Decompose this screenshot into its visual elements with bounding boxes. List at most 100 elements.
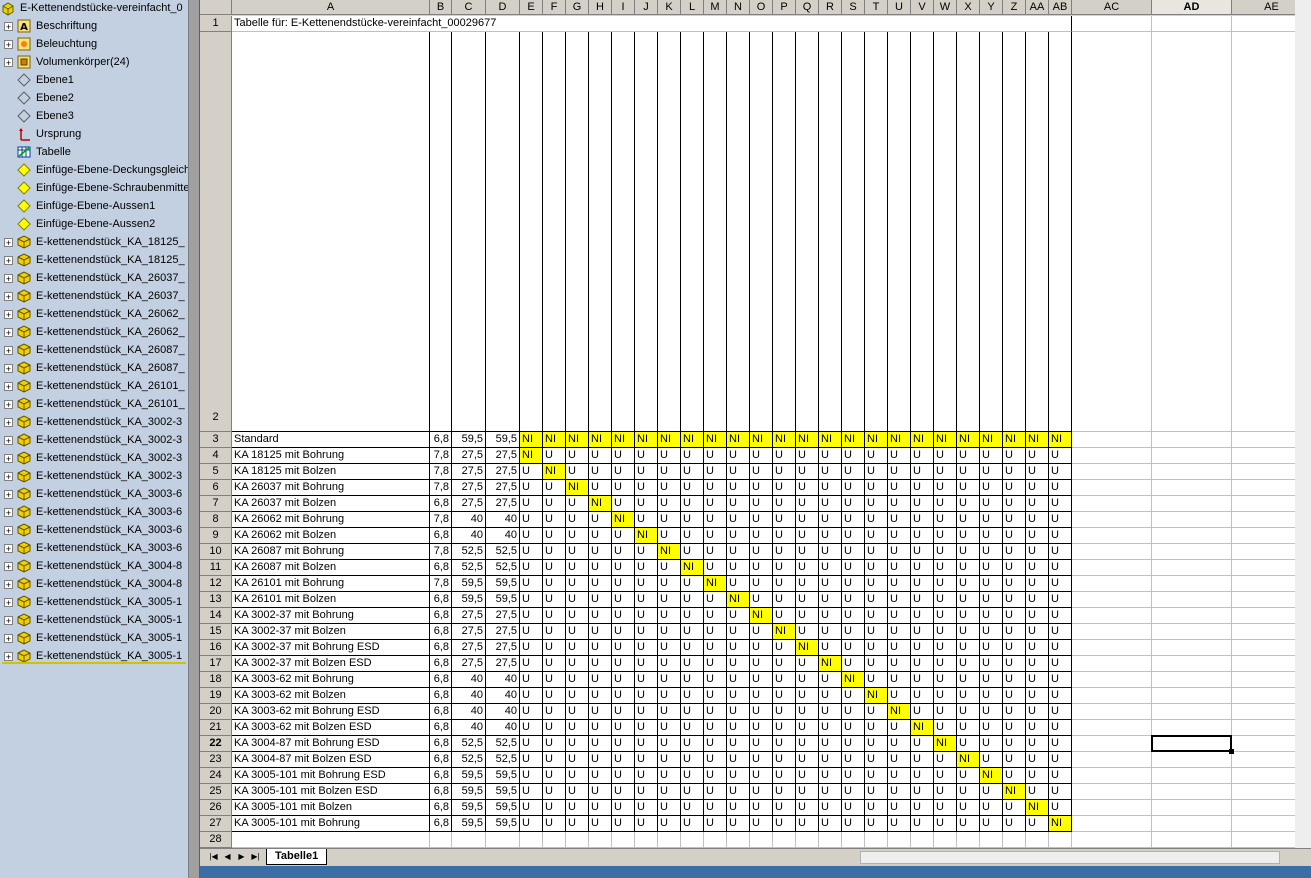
value-cell[interactable]: 27,5 xyxy=(452,624,486,640)
status-cell[interactable]: U xyxy=(658,688,681,704)
status-header-cell[interactable]: $STATUS@E-kettenendstück_KA_3002-37_mit_… xyxy=(819,32,842,432)
status-cell[interactable]: U xyxy=(980,544,1003,560)
status-cell[interactable]: U xyxy=(934,784,957,800)
status-cell[interactable]: U xyxy=(750,592,773,608)
status-cell[interactable]: U xyxy=(543,672,566,688)
value-cell[interactable]: 27,5 xyxy=(486,640,520,656)
status-cell[interactable]: U xyxy=(819,720,842,736)
status-cell[interactable]: U xyxy=(957,464,980,480)
value-cell[interactable]: 59,5 xyxy=(486,800,520,816)
empty-cell[interactable] xyxy=(1152,656,1232,672)
empty-cell[interactable] xyxy=(1072,32,1152,432)
status-cell[interactable]: U xyxy=(957,480,980,496)
status-cell[interactable]: U xyxy=(589,592,612,608)
status-cell[interactable]: U xyxy=(957,672,980,688)
status-cell[interactable]: U xyxy=(980,752,1003,768)
status-cell[interactable]: U xyxy=(911,784,934,800)
empty-cell[interactable] xyxy=(773,832,796,848)
value-cell[interactable]: 6,8 xyxy=(430,624,452,640)
status-cell[interactable]: U xyxy=(658,640,681,656)
empty-cell[interactable] xyxy=(566,832,589,848)
status-cell[interactable]: U xyxy=(589,784,612,800)
status-cell[interactable]: U xyxy=(888,480,911,496)
status-cell[interactable]: U xyxy=(796,544,819,560)
status-cell[interactable]: U xyxy=(842,720,865,736)
row-header[interactable]: 22 xyxy=(200,736,232,752)
status-cell[interactable]: U xyxy=(773,512,796,528)
status-cell[interactable]: U xyxy=(635,720,658,736)
status-cell[interactable]: U xyxy=(566,816,589,832)
status-cell[interactable]: U xyxy=(543,480,566,496)
status-cell[interactable]: U xyxy=(842,704,865,720)
empty-cell[interactable] xyxy=(1152,704,1232,720)
status-cell[interactable]: U xyxy=(934,576,957,592)
config-name-cell[interactable]: KA 26037 mit Bolzen xyxy=(232,496,430,512)
status-cell[interactable]: U xyxy=(589,448,612,464)
config-name-cell[interactable]: KA 26101 mit Bohrung xyxy=(232,576,430,592)
status-cell[interactable]: U xyxy=(658,448,681,464)
value-cell[interactable]: 40 xyxy=(486,720,520,736)
status-header-cell[interactable]: $STATUS@E-kettenendstück_KA_26087_mit_Bo… xyxy=(658,32,681,432)
status-header-cell[interactable]: $STATUS@E-kettenendstück_KA_3005-101_mit… xyxy=(1049,32,1072,432)
empty-cell[interactable] xyxy=(1152,544,1232,560)
status-cell[interactable]: U xyxy=(911,800,934,816)
status-cell[interactable]: NI xyxy=(635,528,658,544)
column-header[interactable]: G xyxy=(566,0,589,15)
status-cell[interactable]: U xyxy=(589,768,612,784)
status-cell[interactable]: U xyxy=(773,800,796,816)
value-cell[interactable]: 27,5 xyxy=(486,448,520,464)
status-cell[interactable]: U xyxy=(934,672,957,688)
status-cell[interactable]: NI xyxy=(589,432,612,448)
status-cell[interactable]: U xyxy=(911,752,934,768)
status-cell[interactable]: NI xyxy=(612,512,635,528)
status-cell[interactable]: U xyxy=(865,576,888,592)
status-cell[interactable]: U xyxy=(658,576,681,592)
status-cell[interactable]: U xyxy=(911,624,934,640)
status-cell[interactable]: U xyxy=(957,576,980,592)
config-name-cell[interactable]: KA 26037 mit Bohrung xyxy=(232,480,430,496)
empty-cell[interactable] xyxy=(1026,832,1049,848)
status-cell[interactable]: U xyxy=(612,608,635,624)
status-cell[interactable]: U xyxy=(681,688,704,704)
status-cell[interactable]: U xyxy=(796,624,819,640)
status-cell[interactable]: U xyxy=(911,512,934,528)
status-cell[interactable]: U xyxy=(957,592,980,608)
status-cell[interactable]: U xyxy=(819,560,842,576)
expand-icon[interactable]: + xyxy=(4,273,13,283)
status-cell[interactable]: U xyxy=(727,768,750,784)
status-cell[interactable]: U xyxy=(911,448,934,464)
tree-item[interactable]: + E-kettenendstück_KA_3004-8 xyxy=(0,575,188,593)
status-cell[interactable]: U xyxy=(727,544,750,560)
status-cell[interactable]: U xyxy=(681,640,704,656)
expand-icon[interactable]: + xyxy=(4,237,13,247)
value-cell[interactable]: 27,5 xyxy=(486,480,520,496)
status-cell[interactable]: U xyxy=(727,688,750,704)
status-cell[interactable]: U xyxy=(543,592,566,608)
status-cell[interactable]: U xyxy=(980,512,1003,528)
status-cell[interactable]: U xyxy=(658,800,681,816)
status-cell[interactable]: U xyxy=(980,736,1003,752)
status-cell[interactable]: U xyxy=(635,656,658,672)
active-cell-selection[interactable] xyxy=(1151,735,1234,754)
status-cell[interactable]: U xyxy=(842,640,865,656)
status-cell[interactable]: U xyxy=(658,464,681,480)
value-cell[interactable]: 6,8 xyxy=(430,800,452,816)
status-cell[interactable]: U xyxy=(727,624,750,640)
status-cell[interactable]: U xyxy=(934,688,957,704)
status-cell[interactable]: U xyxy=(681,768,704,784)
expand-icon[interactable]: + xyxy=(4,525,13,535)
status-cell[interactable]: U xyxy=(750,496,773,512)
status-cell[interactable]: U xyxy=(888,464,911,480)
status-cell[interactable]: U xyxy=(773,496,796,512)
status-cell[interactable]: U xyxy=(934,800,957,816)
status-cell[interactable]: U xyxy=(911,640,934,656)
status-cell[interactable]: U xyxy=(1049,768,1072,784)
status-cell[interactable]: U xyxy=(750,784,773,800)
value-cell[interactable]: 27,5 xyxy=(452,608,486,624)
config-name-cell[interactable]: KA 3003-62 mit Bolzen ESD xyxy=(232,720,430,736)
status-cell[interactable]: U xyxy=(543,816,566,832)
column-header[interactable]: J xyxy=(635,0,658,15)
status-cell[interactable]: U xyxy=(842,800,865,816)
status-cell[interactable]: NI xyxy=(888,432,911,448)
vertical-scrollbar[interactable] xyxy=(1295,0,1311,848)
